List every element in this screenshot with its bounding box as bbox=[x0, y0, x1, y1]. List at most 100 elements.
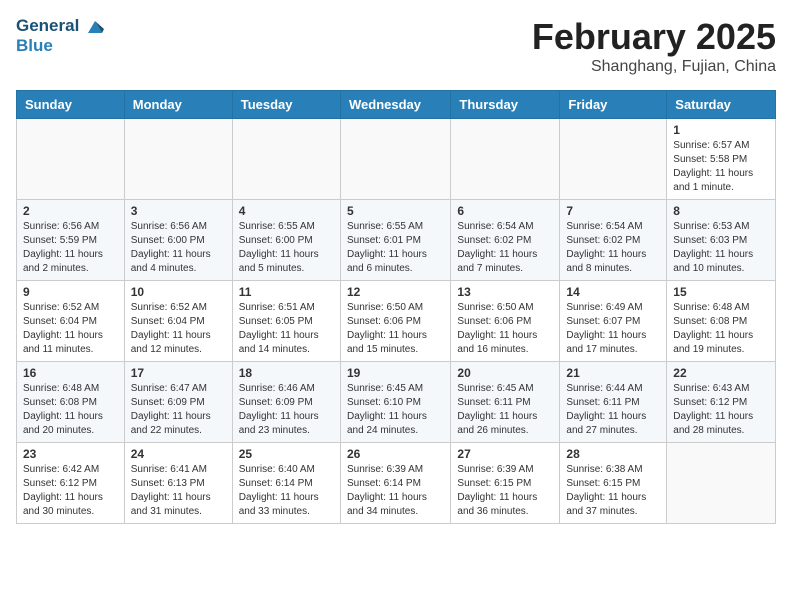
day-number: 24 bbox=[131, 447, 226, 461]
calendar-cell: 16Sunrise: 6:48 AM Sunset: 6:08 PM Dayli… bbox=[17, 362, 125, 443]
calendar-week-1: 1Sunrise: 6:57 AM Sunset: 5:58 PM Daylig… bbox=[17, 119, 776, 200]
day-info: Sunrise: 6:38 AM Sunset: 6:15 PM Dayligh… bbox=[566, 463, 660, 519]
day-header-sunday: Sunday bbox=[17, 91, 125, 119]
day-number: 2 bbox=[23, 204, 118, 218]
day-info: Sunrise: 6:48 AM Sunset: 6:08 PM Dayligh… bbox=[23, 382, 118, 438]
day-number: 9 bbox=[23, 285, 118, 299]
calendar-body: 1Sunrise: 6:57 AM Sunset: 5:58 PM Daylig… bbox=[17, 119, 776, 524]
day-info: Sunrise: 6:56 AM Sunset: 5:59 PM Dayligh… bbox=[23, 220, 118, 276]
calendar-week-5: 23 Sunrise: 6:42 AM Sunset: 6:12 PM Dayli… bbox=[17, 443, 776, 524]
calendar-cell bbox=[124, 119, 232, 200]
calendar-cell: 1Sunrise: 6:57 AM Sunset: 5:58 PM Daylig… bbox=[667, 119, 776, 200]
calendar-cell: 9 Sunrise: 6:52 AM Sunset: 6:04 PM Daylig… bbox=[17, 281, 125, 362]
calendar-week-4: 16Sunrise: 6:48 AM Sunset: 6:08 PM Dayli… bbox=[17, 362, 776, 443]
day-info: Sunrise: 6:50 AM Sunset: 6:06 PM Dayligh… bbox=[347, 301, 444, 357]
day-header-tuesday: Tuesday bbox=[232, 91, 340, 119]
day-header-monday: Monday bbox=[124, 91, 232, 119]
day-number: 15 bbox=[673, 285, 769, 299]
calendar-week-2: 2 Sunrise: 6:56 AM Sunset: 5:59 PM Daylig… bbox=[17, 200, 776, 281]
calendar-cell: 26 Sunrise: 6:39 AM Sunset: 6:14 PM Dayli… bbox=[340, 443, 450, 524]
calendar-cell: 14 Sunrise: 6:49 AM Sunset: 6:07 PM Dayli… bbox=[560, 281, 667, 362]
calendar-cell: 8 Sunrise: 6:53 AM Sunset: 6:03 PM Daylig… bbox=[667, 200, 776, 281]
day-number: 25 bbox=[239, 447, 334, 461]
calendar-cell: 5 Sunrise: 6:55 AM Sunset: 6:01 PM Daylig… bbox=[340, 200, 450, 281]
calendar-cell bbox=[667, 443, 776, 524]
day-number: 11 bbox=[239, 285, 334, 299]
day-info: Sunrise: 6:39 AM Sunset: 6:15 PM Dayligh… bbox=[457, 463, 553, 519]
calendar-cell bbox=[451, 119, 560, 200]
day-info: Sunrise: 6:56 AM Sunset: 6:00 PM Dayligh… bbox=[131, 220, 226, 276]
location-subtitle: Shanghang, Fujian, China bbox=[532, 58, 776, 76]
day-info: Sunrise: 6:43 AM Sunset: 6:12 PM Dayligh… bbox=[673, 382, 769, 438]
day-info: Sunrise: 6:54 AM Sunset: 6:02 PM Dayligh… bbox=[457, 220, 553, 276]
day-info: Sunrise: 6:44 AM Sunset: 6:11 PM Dayligh… bbox=[566, 382, 660, 438]
calendar-cell: 12Sunrise: 6:50 AM Sunset: 6:06 PM Dayli… bbox=[340, 281, 450, 362]
day-info: Sunrise: 6:45 AM Sunset: 6:11 PM Dayligh… bbox=[457, 382, 553, 438]
day-number: 13 bbox=[457, 285, 553, 299]
calendar-cell: 28 Sunrise: 6:38 AM Sunset: 6:15 PM Dayli… bbox=[560, 443, 667, 524]
day-number: 8 bbox=[673, 204, 769, 218]
day-info: Sunrise: 6:52 AM Sunset: 6:04 PM Dayligh… bbox=[131, 301, 226, 357]
calendar-cell bbox=[560, 119, 667, 200]
day-header-thursday: Thursday bbox=[451, 91, 560, 119]
calendar-cell: 3 Sunrise: 6:56 AM Sunset: 6:00 PM Daylig… bbox=[124, 200, 232, 281]
day-number: 1 bbox=[673, 123, 769, 137]
calendar-cell: 10 Sunrise: 6:52 AM Sunset: 6:04 PM Dayli… bbox=[124, 281, 232, 362]
day-number: 27 bbox=[457, 447, 553, 461]
day-number: 21 bbox=[566, 366, 660, 380]
logo-text: General Blue bbox=[16, 16, 104, 55]
day-info: Sunrise: 6:41 AM Sunset: 6:13 PM Dayligh… bbox=[131, 463, 226, 519]
day-info: Sunrise: 6:54 AM Sunset: 6:02 PM Dayligh… bbox=[566, 220, 660, 276]
day-number: 14 bbox=[566, 285, 660, 299]
day-number: 3 bbox=[131, 204, 226, 218]
calendar-cell bbox=[340, 119, 450, 200]
calendar-cell: 21 Sunrise: 6:44 AM Sunset: 6:11 PM Dayli… bbox=[560, 362, 667, 443]
day-number: 26 bbox=[347, 447, 444, 461]
day-header-friday: Friday bbox=[560, 91, 667, 119]
day-info: Sunrise: 6:51 AM Sunset: 6:05 PM Dayligh… bbox=[239, 301, 334, 357]
calendar-cell: 24 Sunrise: 6:41 AM Sunset: 6:13 PM Dayli… bbox=[124, 443, 232, 524]
day-info: Sunrise: 6:52 AM Sunset: 6:04 PM Dayligh… bbox=[23, 301, 118, 357]
day-number: 18 bbox=[239, 366, 334, 380]
day-info: Sunrise: 6:49 AM Sunset: 6:07 PM Dayligh… bbox=[566, 301, 660, 357]
day-number: 28 bbox=[566, 447, 660, 461]
day-number: 23 bbox=[23, 447, 118, 461]
logo: General Blue bbox=[16, 16, 104, 55]
calendar-cell: 7 Sunrise: 6:54 AM Sunset: 6:02 PM Daylig… bbox=[560, 200, 667, 281]
day-header-saturday: Saturday bbox=[667, 91, 776, 119]
day-number: 4 bbox=[239, 204, 334, 218]
day-header-wednesday: Wednesday bbox=[340, 91, 450, 119]
day-number: 19 bbox=[347, 366, 444, 380]
calendar-cell: 6Sunrise: 6:54 AM Sunset: 6:02 PM Daylig… bbox=[451, 200, 560, 281]
calendar-cell: 22Sunrise: 6:43 AM Sunset: 6:12 PM Dayli… bbox=[667, 362, 776, 443]
calendar-cell bbox=[232, 119, 340, 200]
day-number: 7 bbox=[566, 204, 660, 218]
day-info: Sunrise: 6:40 AM Sunset: 6:14 PM Dayligh… bbox=[239, 463, 334, 519]
calendar-cell: 20 Sunrise: 6:45 AM Sunset: 6:11 PM Dayli… bbox=[451, 362, 560, 443]
day-info: Sunrise: 6:39 AM Sunset: 6:14 PM Dayligh… bbox=[347, 463, 444, 519]
day-info: Sunrise: 6:48 AM Sunset: 6:08 PM Dayligh… bbox=[673, 301, 769, 357]
title-area: February 2025 Shanghang, Fujian, China bbox=[532, 16, 776, 76]
calendar-cell: 18Sunrise: 6:46 AM Sunset: 6:09 PM Dayli… bbox=[232, 362, 340, 443]
day-info: Sunrise: 6:53 AM Sunset: 6:03 PM Dayligh… bbox=[673, 220, 769, 276]
day-info: Sunrise: 6:55 AM Sunset: 6:01 PM Dayligh… bbox=[347, 220, 444, 276]
day-number: 5 bbox=[347, 204, 444, 218]
calendar-cell: 4 Sunrise: 6:55 AM Sunset: 6:00 PM Daylig… bbox=[232, 200, 340, 281]
day-number: 10 bbox=[131, 285, 226, 299]
day-info: Sunrise: 6:50 AM Sunset: 6:06 PM Dayligh… bbox=[457, 301, 553, 357]
calendar-cell: 17Sunrise: 6:47 AM Sunset: 6:09 PM Dayli… bbox=[124, 362, 232, 443]
calendar-cell: 19 Sunrise: 6:45 AM Sunset: 6:10 PM Dayli… bbox=[340, 362, 450, 443]
day-number: 20 bbox=[457, 366, 553, 380]
calendar-cell: 23 Sunrise: 6:42 AM Sunset: 6:12 PM Dayli… bbox=[17, 443, 125, 524]
calendar-cell bbox=[17, 119, 125, 200]
calendar-cell: 25 Sunrise: 6:40 AM Sunset: 6:14 PM Dayli… bbox=[232, 443, 340, 524]
day-info: Sunrise: 6:42 AM Sunset: 6:12 PM Dayligh… bbox=[23, 463, 118, 519]
calendar-week-3: 9 Sunrise: 6:52 AM Sunset: 6:04 PM Daylig… bbox=[17, 281, 776, 362]
month-title: February 2025 bbox=[532, 16, 776, 58]
day-number: 17 bbox=[131, 366, 226, 380]
calendar: SundayMondayTuesdayWednesdayThursdayFrid… bbox=[16, 90, 776, 524]
calendar-header: SundayMondayTuesdayWednesdayThursdayFrid… bbox=[17, 91, 776, 119]
calendar-cell: 27 Sunrise: 6:39 AM Sunset: 6:15 PM Dayli… bbox=[451, 443, 560, 524]
day-info: Sunrise: 6:55 AM Sunset: 6:00 PM Dayligh… bbox=[239, 220, 334, 276]
day-info: Sunrise: 6:45 AM Sunset: 6:10 PM Dayligh… bbox=[347, 382, 444, 438]
